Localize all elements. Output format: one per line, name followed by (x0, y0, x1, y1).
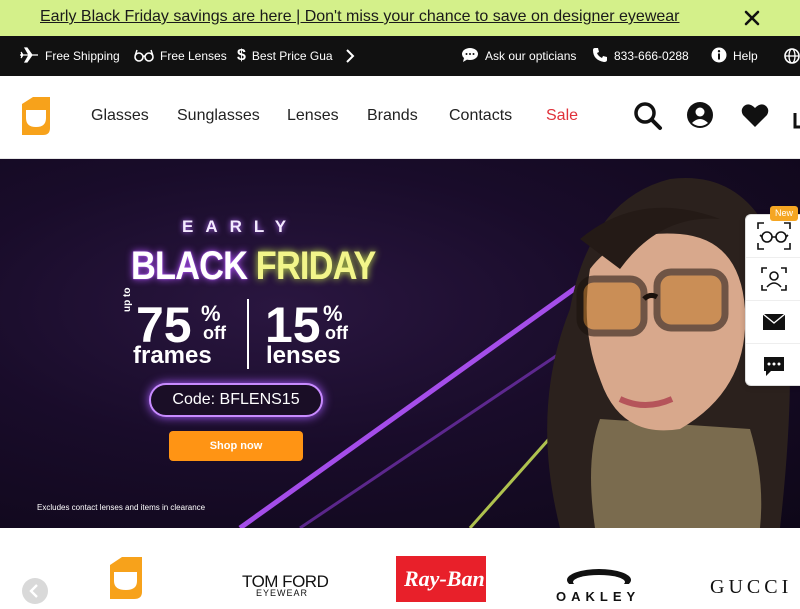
nav-lenses[interactable]: Lenses (287, 107, 339, 125)
free-lenses-label: Free Lenses (160, 49, 227, 63)
free-shipping-label: Free Shipping (45, 49, 120, 63)
hero-divider (247, 299, 249, 369)
nav-brands[interactable]: Brands (367, 107, 418, 125)
brand-ray-ban-label: Ray-Ban (404, 566, 485, 591)
free-lenses-item[interactable]: Free Lenses (134, 36, 227, 76)
hero-frames-label: frames (133, 342, 212, 369)
phone-icon (592, 47, 608, 66)
promo-banner: Early Black Friday savings are here | Do… (0, 0, 800, 36)
chat-icon[interactable] (746, 344, 800, 387)
globe-icon[interactable] (784, 36, 800, 76)
hero-black: BLACK (131, 244, 248, 288)
heart-icon[interactable] (740, 101, 770, 131)
dollar-icon: $ (237, 47, 246, 64)
ask-opticians-item[interactable]: Ask our opticians (461, 36, 576, 76)
brand-oakley[interactable]: OAKLEY (553, 568, 645, 604)
phone-item[interactable]: 833-666-0288 (592, 36, 689, 76)
airplane-icon (19, 46, 39, 66)
side-toolbar (745, 214, 800, 386)
brand-gucci[interactable]: GUCCI (710, 576, 792, 599)
hero-up-to: up to (122, 287, 133, 312)
help-item[interactable]: Help (711, 36, 758, 76)
carousel-prev-button[interactable] (22, 578, 48, 604)
chevron-right-icon[interactable] (344, 36, 356, 76)
email-icon[interactable] (746, 301, 800, 344)
hero-banner[interactable]: EARLY BLACK FRIDAY up to 75 % off frames… (0, 159, 800, 528)
hero-lenses-label: lenses (266, 342, 341, 369)
help-label: Help (733, 49, 758, 63)
free-shipping-item[interactable]: Free Shipping (19, 36, 120, 76)
chat-bubble-icon (461, 47, 479, 66)
glasses-icon (134, 48, 154, 65)
hero-early-text: EARLY (182, 217, 299, 236)
cart-icon[interactable] (792, 101, 800, 131)
hero-lenses-off: off (325, 323, 348, 343)
face-scan-icon[interactable] (746, 258, 800, 301)
brand-oakley-label: OAKLEY (556, 589, 641, 604)
phone-number: 833-666-0288 (614, 49, 689, 63)
account-icon[interactable] (686, 101, 716, 131)
brands-carousel: TOM FORD EYEWEAR Ray-Ban OAKLEY GUCCI (0, 528, 800, 604)
promo-code: Code: BFLENS15 (149, 383, 323, 417)
nav-sunglasses[interactable]: Sunglasses (177, 107, 260, 125)
info-icon (711, 47, 727, 66)
nav-sale[interactable]: Sale (546, 107, 578, 125)
brand-ray-ban[interactable]: Ray-Ban (396, 556, 486, 602)
brand-tom-ford-eyewear: EYEWEAR (256, 588, 309, 598)
ask-opticians-label: Ask our opticians (485, 49, 577, 63)
hero-disclaimer: Excludes contact lenses and items in cle… (37, 503, 206, 512)
hero-headline: BLACK FRIDAY (131, 244, 376, 289)
utility-bar: Free Shipping Free Lenses $ Best Price G… (0, 36, 800, 76)
model-photo (547, 178, 790, 528)
best-price-item[interactable]: $ Best Price Gua (237, 36, 333, 76)
brand-logo-eyewear[interactable] (107, 556, 145, 605)
search-icon[interactable] (633, 101, 663, 131)
best-price-label: Best Price Gua (251, 49, 333, 63)
promo-link[interactable]: Early Black Friday savings are here | Do… (40, 8, 680, 26)
site-logo[interactable] (19, 96, 53, 136)
hero-frames-off: off (203, 323, 226, 343)
new-badge: New (770, 206, 798, 221)
nav-contacts[interactable]: Contacts (449, 107, 512, 125)
shop-now-button[interactable]: Shop now (169, 431, 303, 461)
nav-glasses[interactable]: Glasses (91, 107, 149, 125)
virtual-try-on-icon[interactable] (746, 215, 800, 258)
close-icon[interactable] (742, 8, 762, 28)
hero-friday: FRIDAY (255, 244, 377, 288)
site-header: Glasses Sunglasses Lenses Brands Contact… (0, 76, 800, 159)
